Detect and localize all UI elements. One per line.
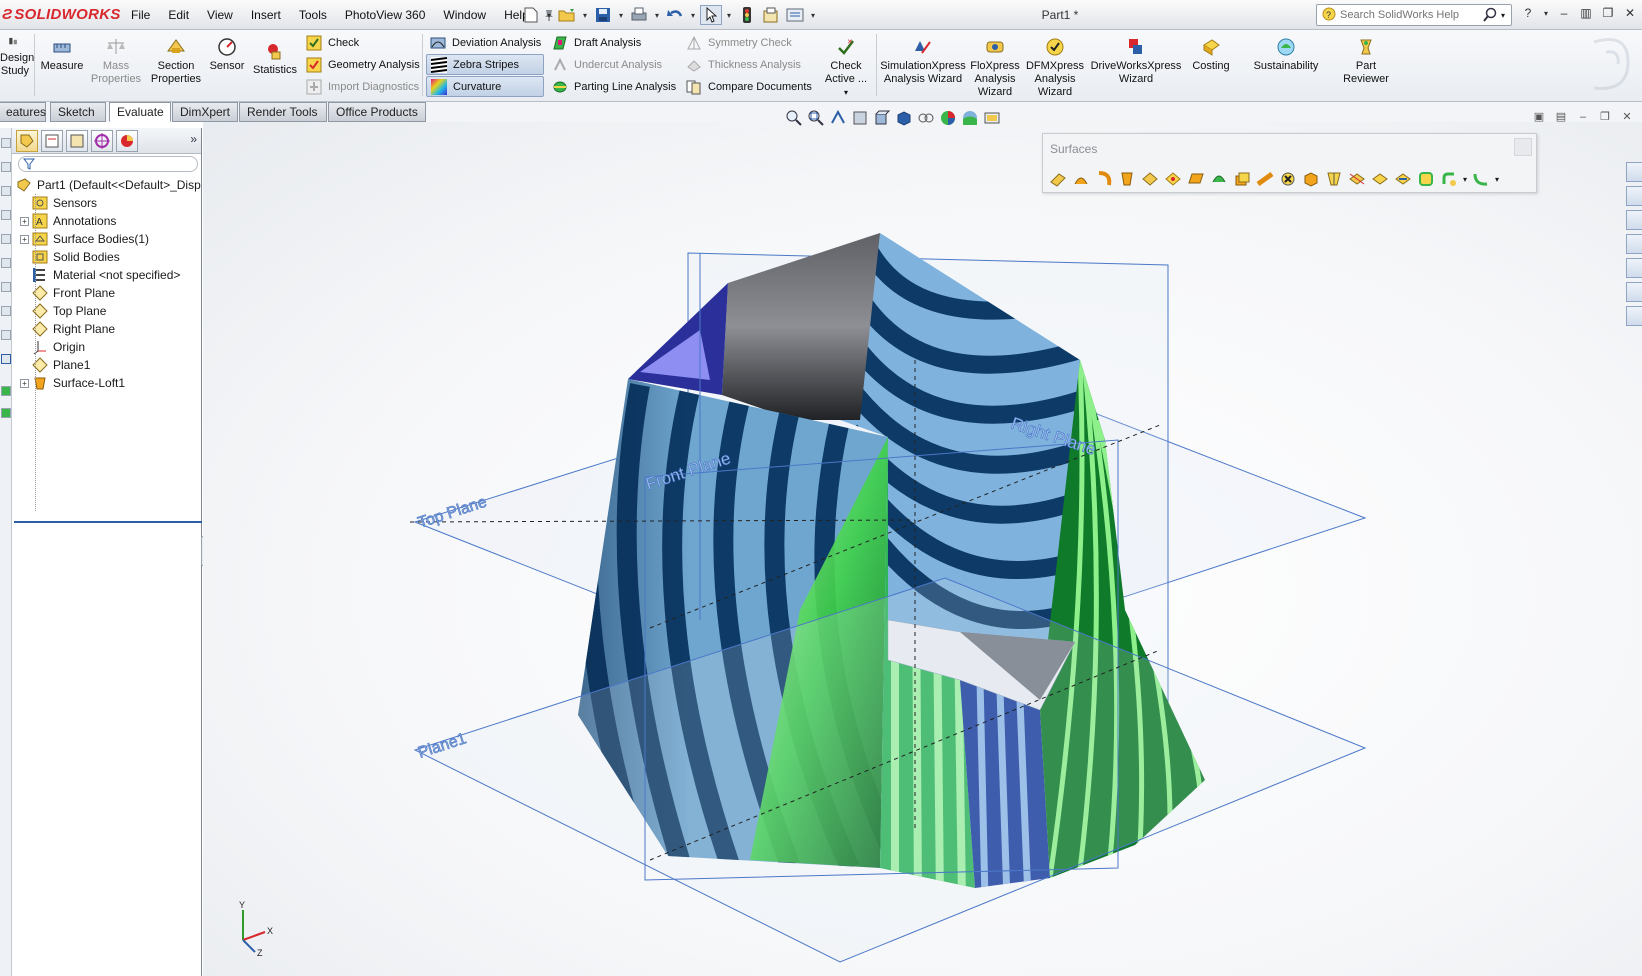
surfaces-toolbar-close[interactable] [1514, 138, 1532, 156]
triad-x-axis [242, 931, 266, 941]
task-pane-resources-icon[interactable] [1626, 162, 1642, 182]
extruded-surface-icon[interactable] [1049, 170, 1067, 188]
surface-inner-purple[interactable] [628, 283, 728, 395]
fill-surface-icon[interactable] [1164, 170, 1182, 188]
viewport-split-icon[interactable]: ▣ [1532, 110, 1546, 124]
surfaces-toolbar[interactable]: Surfaces ▾ ▾ [1042, 133, 1537, 193]
task-pane-appearances-icon[interactable] [1626, 282, 1642, 302]
hide-show-items-icon[interactable] [917, 109, 935, 127]
freeform-icon[interactable] [1210, 170, 1228, 188]
viewport-tile-icon[interactable]: ▤ [1554, 110, 1568, 124]
trim-surface-icon[interactable] [1348, 170, 1366, 188]
apply-scene-icon[interactable] [961, 109, 979, 127]
curves-dropdown-icon[interactable]: ▾ [1495, 175, 1499, 184]
extend-surface-icon[interactable] [1325, 170, 1343, 188]
display-style-icon[interactable] [895, 109, 913, 127]
task-pane-tabs [1626, 162, 1642, 332]
offset-surface-icon[interactable] [1233, 170, 1251, 188]
boundary-surface-icon[interactable] [1141, 170, 1159, 188]
triad-z-axis [242, 939, 256, 953]
view-orientation-icon[interactable] [873, 109, 891, 127]
surfaces-toolbar-title: Surfaces [1050, 142, 1098, 156]
replace-face-icon[interactable] [1302, 170, 1320, 188]
ruled-surface-icon[interactable] [1256, 170, 1274, 188]
untrim-surface-icon[interactable] [1371, 170, 1389, 188]
triad-y-label: Y [239, 900, 245, 910]
lofted-surface-icon[interactable] [1118, 170, 1136, 188]
edit-appearance-icon[interactable] [939, 109, 957, 127]
triad-x-label: X [267, 926, 273, 936]
delete-face-icon[interactable] [1279, 170, 1297, 188]
previous-view-icon[interactable] [829, 109, 847, 127]
task-pane-custom-properties-icon[interactable] [1626, 306, 1642, 326]
planar-surface-icon[interactable] [1187, 170, 1205, 188]
task-pane-design-library-icon[interactable] [1626, 210, 1642, 230]
heads-up-view-toolbar [785, 108, 1001, 128]
viewport-window-controls: ▣ ▤ – ❐ ✕ [1532, 110, 1634, 124]
viewport-minimize-icon[interactable]: – [1576, 110, 1590, 124]
viewport-restore-icon[interactable]: ❐ [1598, 110, 1612, 124]
section-view-icon[interactable] [851, 109, 869, 127]
zoom-to-fit-icon[interactable] [785, 109, 803, 127]
task-pane-view-palette-icon[interactable] [1626, 258, 1642, 278]
reference-triad[interactable]: Y X Z [235, 900, 275, 956]
view-settings-icon[interactable] [983, 109, 1001, 127]
knit-surface-icon[interactable] [1394, 170, 1412, 188]
swept-surface-icon[interactable] [1095, 170, 1113, 188]
fillet-dropdown-icon[interactable]: ▾ [1463, 175, 1467, 184]
triad-z-label: Z [257, 948, 263, 956]
fillet-icon[interactable] [1440, 170, 1458, 188]
task-pane-file-explorer-icon[interactable] [1626, 234, 1642, 254]
thicken-icon[interactable] [1417, 170, 1435, 188]
viewport-close-icon[interactable]: ✕ [1620, 110, 1634, 124]
zoom-to-area-icon[interactable] [807, 109, 825, 127]
task-pane-home-icon[interactable] [1626, 186, 1642, 206]
revolved-surface-icon[interactable] [1072, 170, 1090, 188]
plane1[interactable] [413, 577, 1367, 963]
surfaces-toolbar-icons: ▾ ▾ [1049, 170, 1499, 188]
curves-icon[interactable] [1472, 170, 1490, 188]
